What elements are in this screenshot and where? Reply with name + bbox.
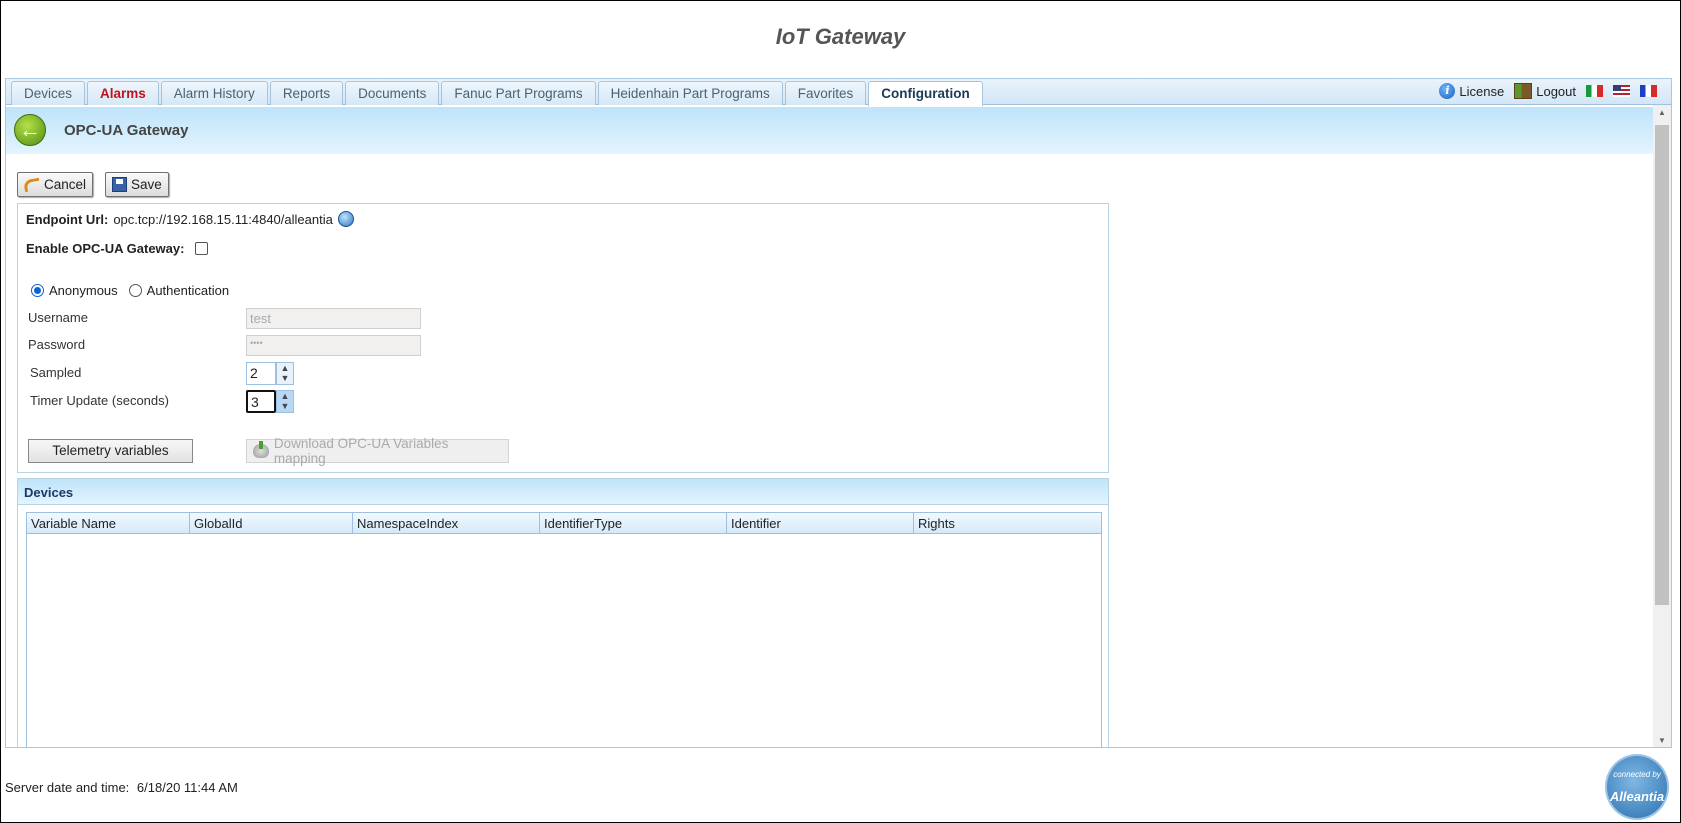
- column-variable-name[interactable]: Variable Name: [27, 513, 190, 533]
- floppy-disk-icon: [112, 177, 127, 192]
- save-button[interactable]: Save: [105, 172, 169, 197]
- column-identifier[interactable]: Identifier: [727, 513, 914, 533]
- vertical-scrollbar[interactable]: ▲ ▼: [1653, 105, 1671, 747]
- main-content: ← OPC-UA Gateway Cancel Save Endpoint Ur…: [5, 105, 1672, 748]
- page-title: OPC-UA Gateway: [64, 122, 189, 139]
- us-flag-icon[interactable]: [1613, 85, 1630, 97]
- server-datetime-label: Server date and time:: [5, 780, 130, 795]
- app-title: IoT Gateway: [775, 24, 906, 49]
- devices-title: Devices: [18, 479, 1108, 505]
- username-input[interactable]: test: [246, 308, 421, 329]
- password-label: Password: [28, 337, 86, 352]
- username-label: Username: [28, 310, 88, 325]
- table-header: Variable Name GlobalId NamespaceIndex Id…: [27, 513, 1101, 534]
- endpoint-value: opc.tcp://192.168.15.11:4840/alleantia: [113, 211, 333, 227]
- password-input[interactable]: ••••: [246, 335, 421, 356]
- tab-fanuc-part-programs[interactable]: Fanuc Part Programs: [441, 81, 596, 105]
- download-mapping-button[interactable]: Download OPC-UA Variables mapping: [246, 436, 509, 466]
- tab-bar: Devices Alarms Alarm History Reports Doc…: [5, 78, 1672, 106]
- server-datetime: Server date and time: 6/18/20 11:44 AM: [5, 780, 238, 795]
- back-arrow-icon[interactable]: ←: [14, 114, 46, 146]
- column-identifier-type[interactable]: IdentifierType: [540, 513, 727, 533]
- anonymous-radio[interactable]: [31, 284, 44, 297]
- download-icon: [253, 441, 269, 458]
- tab-alarms[interactable]: Alarms: [87, 81, 159, 105]
- globe-icon[interactable]: [337, 211, 354, 227]
- devices-table: Variable Name GlobalId NamespaceIndex Id…: [26, 512, 1102, 747]
- timer-update-stepper[interactable]: 3 ▲ ▼: [246, 390, 294, 413]
- info-icon: i: [1439, 83, 1456, 99]
- cancel-label: Cancel: [44, 177, 87, 192]
- timer-value[interactable]: 3: [246, 390, 276, 413]
- logout-link[interactable]: Logout: [1514, 83, 1576, 99]
- authentication-radio[interactable]: [128, 284, 142, 297]
- tab-favorites[interactable]: Favorites: [784, 81, 867, 105]
- alleantia-logo: connected by Alleantia: [1605, 754, 1669, 820]
- tab-heidenhain-part-programs[interactable]: Heidenhain Part Programs: [597, 81, 783, 105]
- tab-devices[interactable]: Devices: [11, 81, 86, 105]
- logout-label: Logout: [1536, 83, 1576, 99]
- sampled-label: Sampled: [30, 365, 82, 380]
- logout-door-icon: [1514, 83, 1533, 99]
- license-label: License: [1459, 83, 1505, 99]
- column-rights[interactable]: Rights: [914, 513, 1101, 533]
- column-global-id[interactable]: GlobalId: [190, 513, 353, 533]
- anonymous-label: Anonymous: [49, 283, 118, 298]
- page-header: ← OPC-UA Gateway: [6, 107, 1654, 154]
- license-link[interactable]: i License: [1439, 83, 1504, 99]
- telemetry-variables-button[interactable]: Telemetry variables: [28, 439, 193, 463]
- spin-arrows-icon[interactable]: ▲ ▼: [276, 390, 294, 413]
- enable-gateway-checkbox[interactable]: [195, 242, 209, 255]
- sampled-value[interactable]: 2: [246, 362, 276, 385]
- download-label: Download OPC-UA Variables mapping: [273, 436, 449, 466]
- tab-alarm-history[interactable]: Alarm History: [160, 81, 268, 105]
- authentication-label: Authentication: [146, 283, 230, 298]
- french-flag-icon[interactable]: [1640, 85, 1657, 97]
- scroll-up-icon[interactable]: ▲: [1653, 108, 1671, 117]
- server-datetime-value: 6/18/20 11:44 AM: [136, 780, 238, 795]
- devices-panel: Devices Variable Name GlobalId Namespace…: [17, 478, 1109, 747]
- enable-label: Enable OPC-UA Gateway:: [26, 241, 185, 256]
- tab-reports[interactable]: Reports: [269, 81, 344, 105]
- sampled-stepper[interactable]: 2 ▲ ▼: [246, 362, 294, 385]
- save-label: Save: [131, 177, 162, 192]
- spin-arrows-icon[interactable]: ▲ ▼: [276, 362, 294, 385]
- cancel-button[interactable]: Cancel: [17, 172, 94, 197]
- timer-label: Timer Update (seconds): [30, 393, 169, 408]
- gateway-settings-panel: Endpoint Url: opc.tcp://192.168.15.11:48…: [17, 203, 1109, 473]
- tab-configuration[interactable]: Configuration: [868, 81, 983, 106]
- undo-icon: [23, 177, 41, 192]
- scroll-thumb[interactable]: [1655, 125, 1669, 605]
- italian-flag-icon[interactable]: [1586, 85, 1603, 97]
- tab-documents[interactable]: Documents: [345, 81, 440, 105]
- endpoint-label: Endpoint Url:: [26, 211, 109, 227]
- scroll-down-icon[interactable]: ▼: [1653, 736, 1671, 745]
- column-namespace-index[interactable]: NamespaceIndex: [353, 513, 540, 533]
